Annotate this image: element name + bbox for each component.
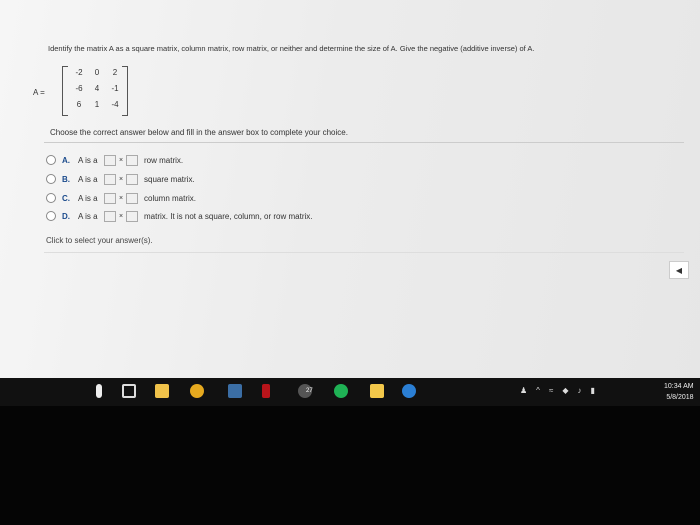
chevron-up-icon[interactable]: ^ [536, 386, 540, 395]
chrome-icon[interactable] [190, 384, 204, 398]
windows-taskbar: 27 ♟ ^ ≈ ◆ ♪ ▮ 10:34 AM 5/8/2018 [0, 378, 700, 406]
matrix-label: A = [33, 88, 45, 97]
left-arrow-icon: ◀ [675, 265, 683, 275]
clock[interactable]: 10:34 AM 5/8/2018 [664, 381, 694, 403]
clock-time: 10:34 AM [664, 383, 694, 390]
volume-icon[interactable]: ♪ [577, 386, 581, 395]
choice-c[interactable]: C. A is a × column matrix. [46, 191, 196, 205]
columns-input[interactable] [126, 173, 138, 185]
times-symbol: × [118, 212, 124, 220]
times-symbol: × [118, 194, 124, 202]
matrix-right-bracket [122, 66, 128, 116]
choice-desc: column matrix. [144, 193, 197, 203]
matrix-cell: -6 [75, 84, 83, 93]
columns-input[interactable] [126, 154, 138, 166]
matrix-cell: -4 [111, 100, 119, 109]
times-symbol: × [118, 156, 124, 164]
instruction-text: Choose the correct answer below and fill… [50, 128, 348, 137]
choice-desc: matrix. It is not a square, column, or r… [144, 211, 313, 221]
columns-input[interactable] [126, 210, 138, 222]
matrix-cell: 6 [76, 100, 82, 109]
wifi-icon[interactable]: ≈ [549, 386, 553, 395]
rows-input[interactable] [104, 154, 116, 166]
matrix-cell: 4 [94, 84, 100, 93]
matrix-row-1: -2 0 2 [72, 68, 122, 77]
dropbox-icon[interactable]: ◆ [562, 386, 568, 395]
choice-prefix: A is a [78, 211, 98, 221]
choice-letter: B. [62, 174, 70, 184]
rows-input[interactable] [104, 210, 116, 222]
choice-d[interactable]: D. A is a × matrix. It is not a square, … [46, 209, 313, 223]
monitor-bezel [0, 406, 700, 525]
click-to-select-text: Click to select your answer(s). [46, 236, 153, 245]
matrix-cell: -1 [111, 84, 119, 93]
choice-letter: C. [62, 193, 70, 203]
task-view-icon[interactable] [122, 384, 136, 398]
matrix-row-2: -6 4 -1 [72, 84, 122, 93]
choice-prefix: A is a [78, 174, 98, 184]
notification-badge-icon[interactable]: 27 [298, 384, 313, 398]
rows-input[interactable] [104, 192, 116, 204]
edge-icon[interactable] [402, 384, 416, 398]
choice-letter: A. [62, 155, 70, 165]
columns-input[interactable] [126, 192, 138, 204]
matrix-cell: 1 [94, 100, 100, 109]
matrix-a: -2 0 2 -6 4 -1 6 1 -4 [62, 66, 128, 116]
matrix-row-3: 6 1 -4 [72, 100, 122, 109]
choice-b[interactable]: B. A is a × square matrix. [46, 172, 195, 186]
choice-prefix: A is a [78, 155, 98, 165]
question-text: Identify the matrix A as a square matrix… [48, 44, 535, 53]
back-arrow-button[interactable]: ◀ [669, 261, 689, 279]
choice-a[interactable]: A. A is a × row matrix. [46, 153, 183, 167]
divider [44, 252, 684, 253]
radio-button[interactable] [46, 174, 56, 184]
clock-date: 5/8/2018 [666, 394, 694, 401]
divider [44, 142, 684, 143]
system-tray: ♟ ^ ≈ ◆ ♪ ▮ [520, 386, 595, 395]
search-icon[interactable] [96, 384, 102, 398]
people-icon[interactable]: ♟ [520, 386, 527, 395]
radio-button[interactable] [46, 193, 56, 203]
choice-desc: square matrix. [144, 174, 195, 184]
store-icon[interactable] [155, 384, 169, 398]
badge-count: 27 [306, 388, 313, 394]
matrix-left-bracket [62, 66, 68, 116]
choice-letter: D. [62, 211, 70, 221]
folder-icon[interactable] [370, 384, 384, 398]
times-symbol: × [118, 175, 124, 183]
pandora-icon[interactable] [228, 384, 242, 398]
choice-desc: row matrix. [144, 155, 184, 165]
matrix-cell: 2 [112, 68, 118, 77]
choice-prefix: A is a [78, 193, 98, 203]
battery-icon[interactable]: ▮ [590, 386, 594, 395]
spotify-icon[interactable] [334, 384, 348, 398]
netflix-icon[interactable] [262, 384, 270, 398]
matrix-cell: -2 [75, 68, 83, 77]
radio-button[interactable] [46, 211, 56, 221]
rows-input[interactable] [104, 173, 116, 185]
radio-button[interactable] [46, 155, 56, 165]
matrix-cell: 0 [94, 68, 100, 77]
